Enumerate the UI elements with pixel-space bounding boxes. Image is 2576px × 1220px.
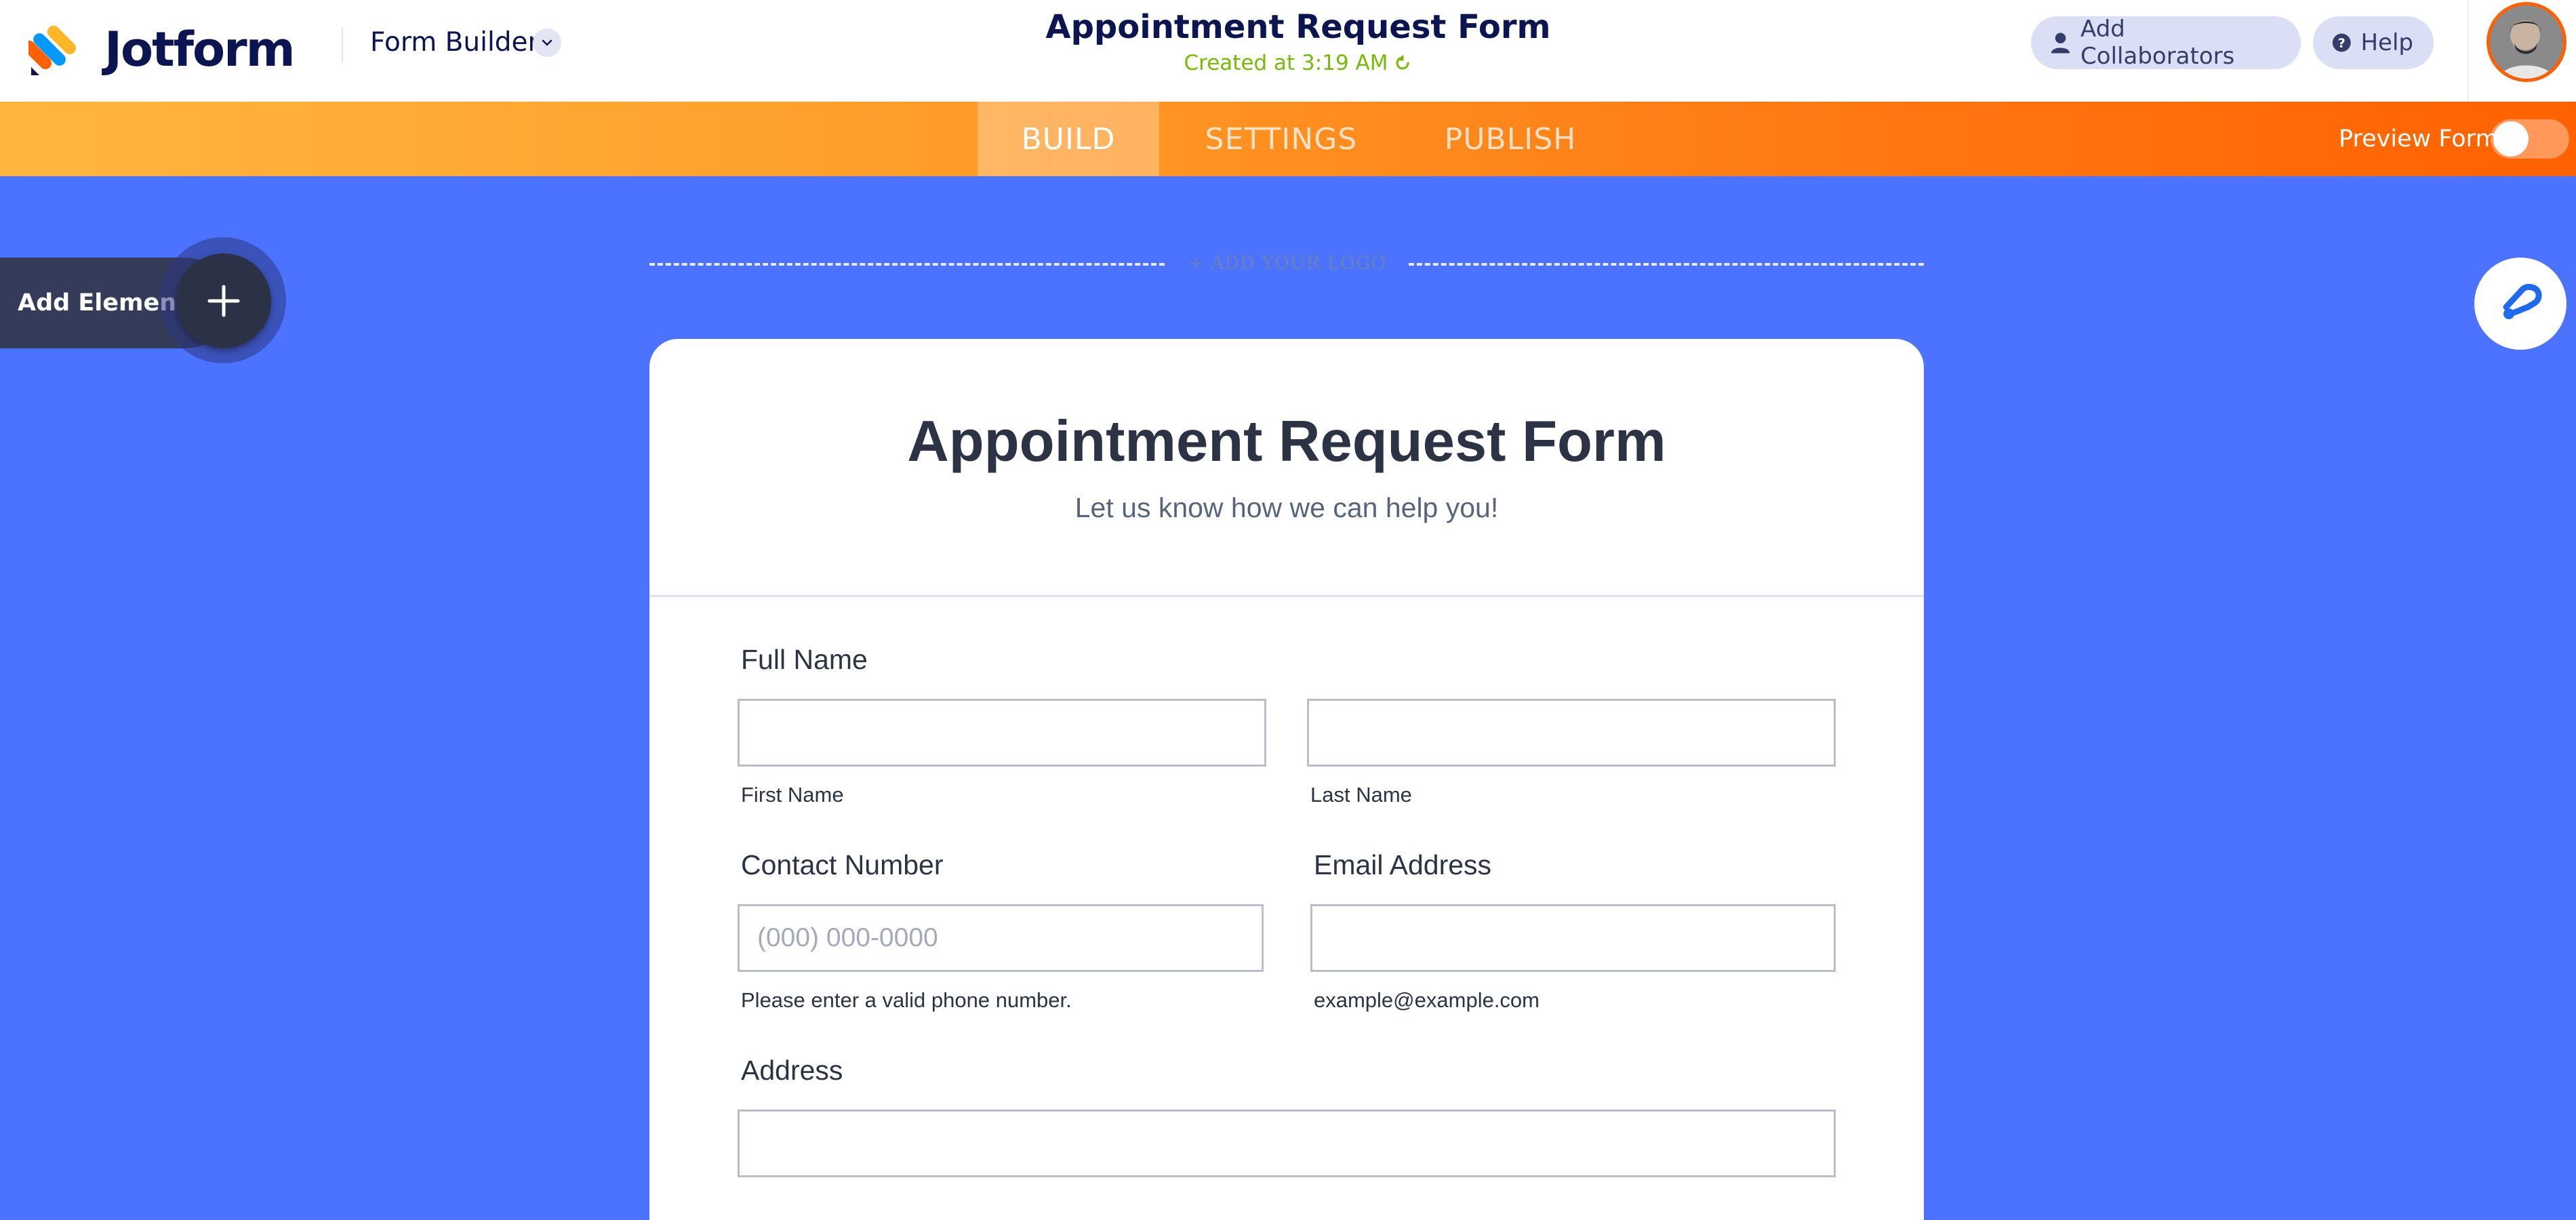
user-photo (2490, 5, 2563, 79)
jotform-logo-icon (28, 25, 77, 75)
add-logo-button[interactable]: + ADD YOUR LOGO (1166, 252, 1409, 275)
last-name-sublabel: Last Name (1310, 783, 1412, 807)
email-hint: example@example.com (1314, 988, 1539, 1012)
form-header-divider (649, 595, 1924, 597)
avatar-divider (2468, 0, 2469, 102)
tab-settings[interactable]: SETTINGS (1181, 102, 1382, 176)
top-bar: Jotform Form Builder Appointment Request… (0, 0, 2576, 102)
logo-wordmark: Jotform (104, 22, 296, 77)
phone-number-field[interactable]: (000) 000-0000 (738, 904, 1264, 972)
address-label[interactable]: Address (741, 1052, 843, 1089)
phone-hint: Please enter a valid phone number. (741, 988, 1072, 1012)
full-name-label[interactable]: Full Name (741, 641, 868, 678)
paint-roller-icon (2503, 283, 2542, 319)
form-title[interactable]: Appointment Request Form (649, 408, 1924, 476)
help-circle-icon: ? (2332, 33, 2351, 52)
toggle-knob (2493, 121, 2529, 157)
header-form-title[interactable]: Appointment Request Form (949, 5, 1647, 49)
help-button[interactable]: ? Help (2313, 16, 2434, 69)
user-icon (2051, 33, 2070, 54)
phone-placeholder: (000) 000-0000 (757, 923, 938, 952)
tab-publish[interactable]: PUBLISH (1430, 102, 1590, 176)
avatar[interactable] (2487, 2, 2567, 82)
refresh-icon (1396, 55, 1409, 70)
plus-icon (207, 285, 240, 317)
builder-nav: BUILD SETTINGS PUBLISH Preview Form (0, 102, 2576, 176)
jotform-logo[interactable]: Jotform (28, 12, 296, 87)
preview-form-toggle[interactable] (2491, 119, 2569, 159)
logo-placeholder-line-left (649, 263, 1165, 266)
contact-number-label[interactable]: Contact Number (741, 847, 944, 883)
form-subtitle[interactable]: Let us know how we can help you! (649, 489, 1924, 526)
add-element-button[interactable] (176, 253, 271, 348)
form-card: Appointment Request Form Let us know how… (649, 339, 1924, 1220)
add-collaborators-label: Add Collaborators (2080, 16, 2235, 70)
chevron-down-icon[interactable] (533, 28, 561, 57)
email-field[interactable] (1310, 904, 1836, 972)
help-label: Help (2360, 29, 2413, 56)
form-builder-label[interactable]: Form Builder (370, 26, 539, 60)
created-status-text: Created at 3:19 AM (1184, 51, 1388, 75)
first-name-field[interactable] (738, 699, 1266, 767)
last-name-field[interactable] (1307, 699, 1836, 767)
logo-placeholder-line-right (1409, 263, 1924, 266)
save-status: Created at 3:19 AM (1184, 49, 1413, 77)
svg-text:?: ? (2338, 36, 2346, 51)
address-field[interactable] (738, 1110, 1836, 1177)
form-designer-button[interactable] (2474, 258, 2567, 350)
email-address-label[interactable]: Email Address (1314, 847, 1491, 883)
form-header: Appointment Request Form Created at 3:19… (949, 5, 1647, 77)
header-divider (342, 27, 343, 62)
first-name-sublabel: First Name (741, 783, 844, 807)
tab-build[interactable]: BUILD (978, 102, 1159, 176)
preview-form-label: Preview Form (2339, 125, 2499, 152)
add-collaborators-button[interactable]: Add Collaborators (2031, 16, 2301, 70)
